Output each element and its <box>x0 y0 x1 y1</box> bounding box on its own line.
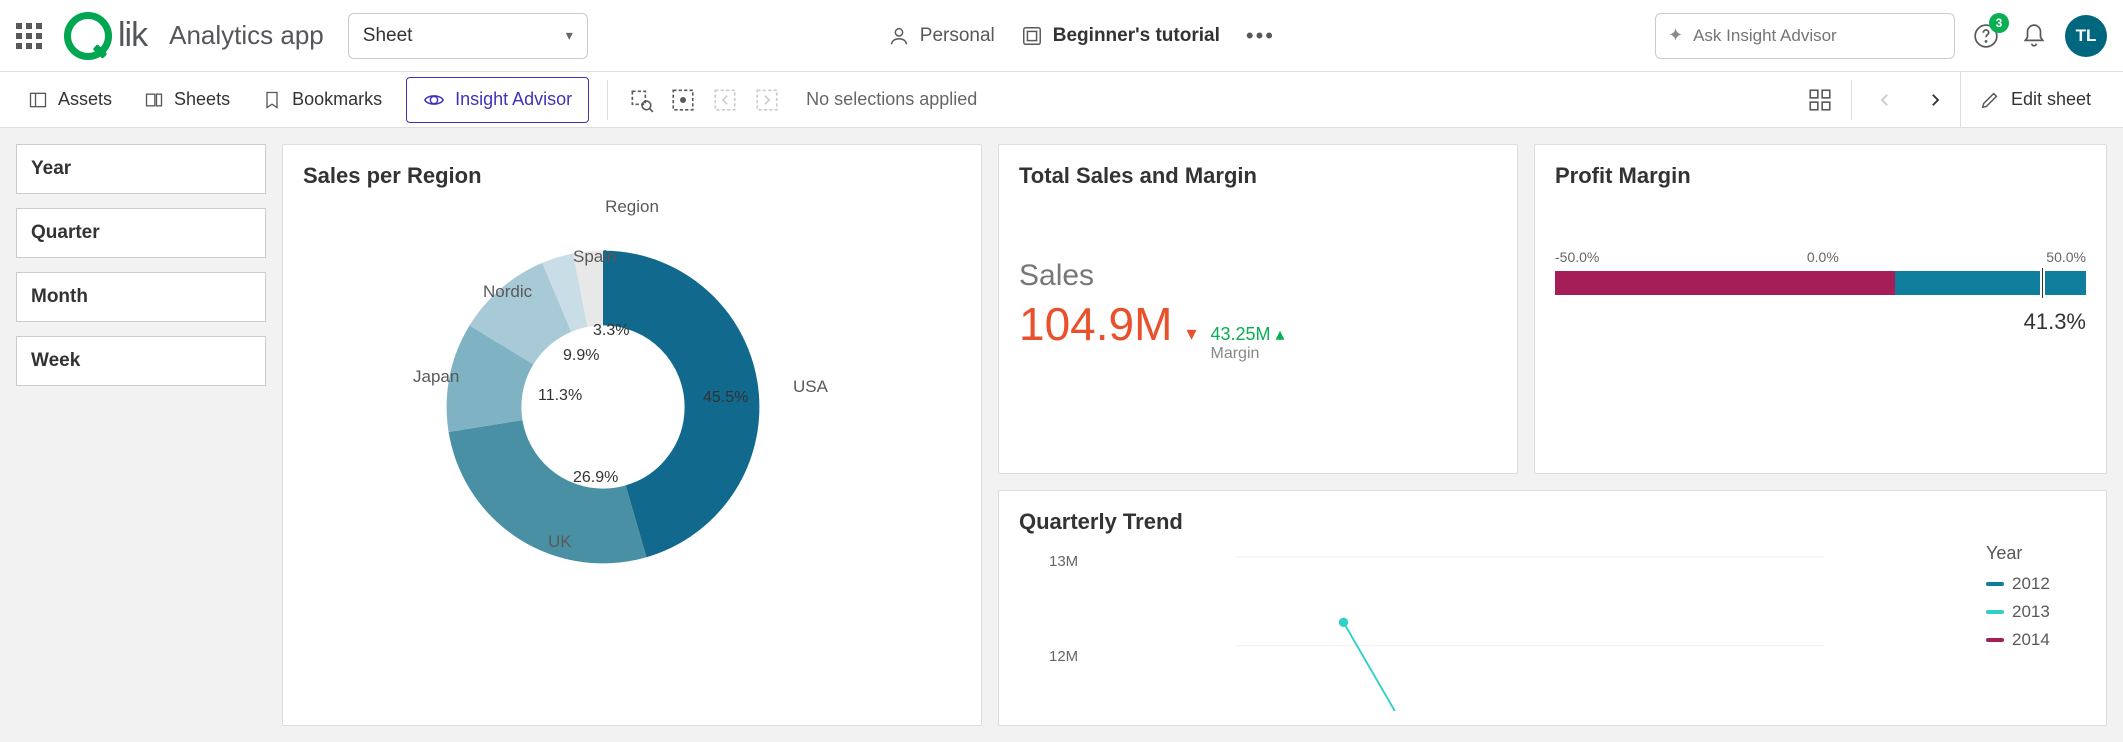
donut-label-usa: USA <box>793 377 828 397</box>
kpi-title: Total Sales and Margin <box>1019 163 1497 189</box>
app-breadcrumb-label: Beginner's tutorial <box>1053 25 1220 47</box>
kpi-trend-down-icon: ▾ <box>1186 321 1196 346</box>
bookmarks-button[interactable]: Bookmarks <box>248 72 396 127</box>
donut-pct-usa: 45.5% <box>703 389 748 407</box>
filter-week[interactable]: Week <box>16 336 266 386</box>
filter-year[interactable]: Year <box>16 144 266 194</box>
pencil-icon <box>1979 89 2001 111</box>
trend-legend: Year 2012 2013 2014 <box>1976 543 2086 711</box>
assets-button[interactable]: Assets <box>14 72 126 127</box>
legend-2012[interactable]: 2012 <box>1986 574 2086 594</box>
sheet-dropdown-label: Sheet <box>363 25 413 47</box>
insight-advisor-button[interactable]: Insight Advisor <box>406 77 589 123</box>
help-icon[interactable]: 3 <box>1969 19 2003 53</box>
user-avatar[interactable]: TL <box>2065 15 2107 57</box>
edit-sheet-label: Edit sheet <box>2011 89 2091 110</box>
profit-margin-card[interactable]: Profit Margin -50.0% 0.0% 50.0% 41.3% <box>1534 144 2107 474</box>
search-selections-icon[interactable] <box>628 87 654 113</box>
filter-month[interactable]: Month <box>16 272 266 322</box>
step-back-icon <box>712 87 738 113</box>
app-breadcrumb[interactable]: Beginner's tutorial <box>1021 25 1220 47</box>
trend-title: Quarterly Trend <box>1019 509 2086 535</box>
kpi-sub-value: 43.25M ▴ <box>1210 324 1284 345</box>
kpi-value: 104.9M <box>1019 297 1172 351</box>
trend-ytick-12m: 12M <box>1049 648 1078 665</box>
qlik-logo[interactable]: lik <box>64 12 147 60</box>
legend-2013[interactable]: 2013 <box>1986 602 2086 622</box>
legend-2014[interactable]: 2014 <box>1986 630 2086 650</box>
bookmark-icon <box>262 90 282 110</box>
gauge-value: 41.3% <box>1555 309 2086 335</box>
donut-label-japan: Japan <box>413 367 459 387</box>
quarterly-trend-card[interactable]: Quarterly Trend 13M 12M Year 2012 2013 <box>998 490 2107 726</box>
insight-label: Insight Advisor <box>455 89 572 110</box>
user-icon <box>888 25 910 47</box>
margin-title: Profit Margin <box>1555 163 2086 189</box>
trend-line-chart <box>1019 543 1976 711</box>
donut-pct-spain: 3.3% <box>593 322 629 340</box>
donut-pct-nordic: 9.9% <box>563 347 599 365</box>
chevron-down-icon: ▾ <box>566 27 573 44</box>
assets-label: Assets <box>58 89 112 110</box>
sales-per-region-card[interactable]: Sales per Region Region Spain Nordic <box>282 144 982 726</box>
filter-pane: Year Quarter Month Week <box>16 144 266 726</box>
app-icon <box>1021 25 1043 47</box>
step-forward-icon <box>754 87 780 113</box>
trend-plot[interactable]: 13M 12M <box>1019 543 1976 711</box>
gauge-min: -50.0% <box>1555 249 1599 265</box>
trend-legend-title: Year <box>1986 543 2086 564</box>
gauge-indicator <box>2040 268 2045 298</box>
app-launcher-icon[interactable] <box>16 23 42 49</box>
donut-title: Sales per Region <box>303 163 961 189</box>
insight-search[interactable]: ✦ <box>1655 13 1955 59</box>
sheets-label: Sheets <box>174 89 230 110</box>
insight-search-input[interactable] <box>1693 26 1942 46</box>
gauge-max: 50.0% <box>2046 249 2086 265</box>
donut-label-nordic: Nordic <box>483 282 532 302</box>
grid-thumb-icon[interactable] <box>1807 87 1833 113</box>
donut-pct-japan: 11.3% <box>538 387 582 405</box>
donut-label-spain: Spain <box>573 247 616 267</box>
kpi-label: Sales <box>1019 259 1497 293</box>
gauge-mid: 0.0% <box>1807 249 1839 265</box>
donut-pct-uk: 26.9% <box>573 469 618 487</box>
next-sheet-button[interactable] <box>1910 72 1960 128</box>
kpi-sub-label: Margin <box>1210 345 1284 363</box>
smart-select-icon[interactable] <box>670 87 696 113</box>
bookmarks-label: Bookmarks <box>292 89 382 110</box>
app-name: Analytics app <box>169 20 324 51</box>
insight-icon <box>423 89 445 111</box>
gauge-bar <box>1555 271 2086 295</box>
space-personal[interactable]: Personal <box>888 25 995 47</box>
selection-status: No selections applied <box>806 89 977 110</box>
sparkle-icon: ✦ <box>1668 25 1683 46</box>
trend-ytick-13m: 13M <box>1049 553 1078 570</box>
donut-label-uk: UK <box>548 532 572 552</box>
sheets-button[interactable]: Sheets <box>130 72 244 127</box>
sheets-icon <box>144 90 164 110</box>
space-label: Personal <box>920 25 995 47</box>
total-sales-card[interactable]: Total Sales and Margin Sales 104.9M ▾ 43… <box>998 144 1518 474</box>
bell-icon[interactable] <box>2017 19 2051 53</box>
prev-sheet-button <box>1860 72 1910 128</box>
help-badge: 3 <box>1989 13 2009 33</box>
filter-quarter[interactable]: Quarter <box>16 208 266 258</box>
donut-legend-title: Region <box>605 197 659 217</box>
sheet-dropdown[interactable]: Sheet ▾ <box>348 13 588 59</box>
more-menu-icon[interactable]: ••• <box>1246 23 1275 49</box>
assets-icon <box>28 90 48 110</box>
edit-sheet-button[interactable]: Edit sheet <box>1960 72 2109 128</box>
